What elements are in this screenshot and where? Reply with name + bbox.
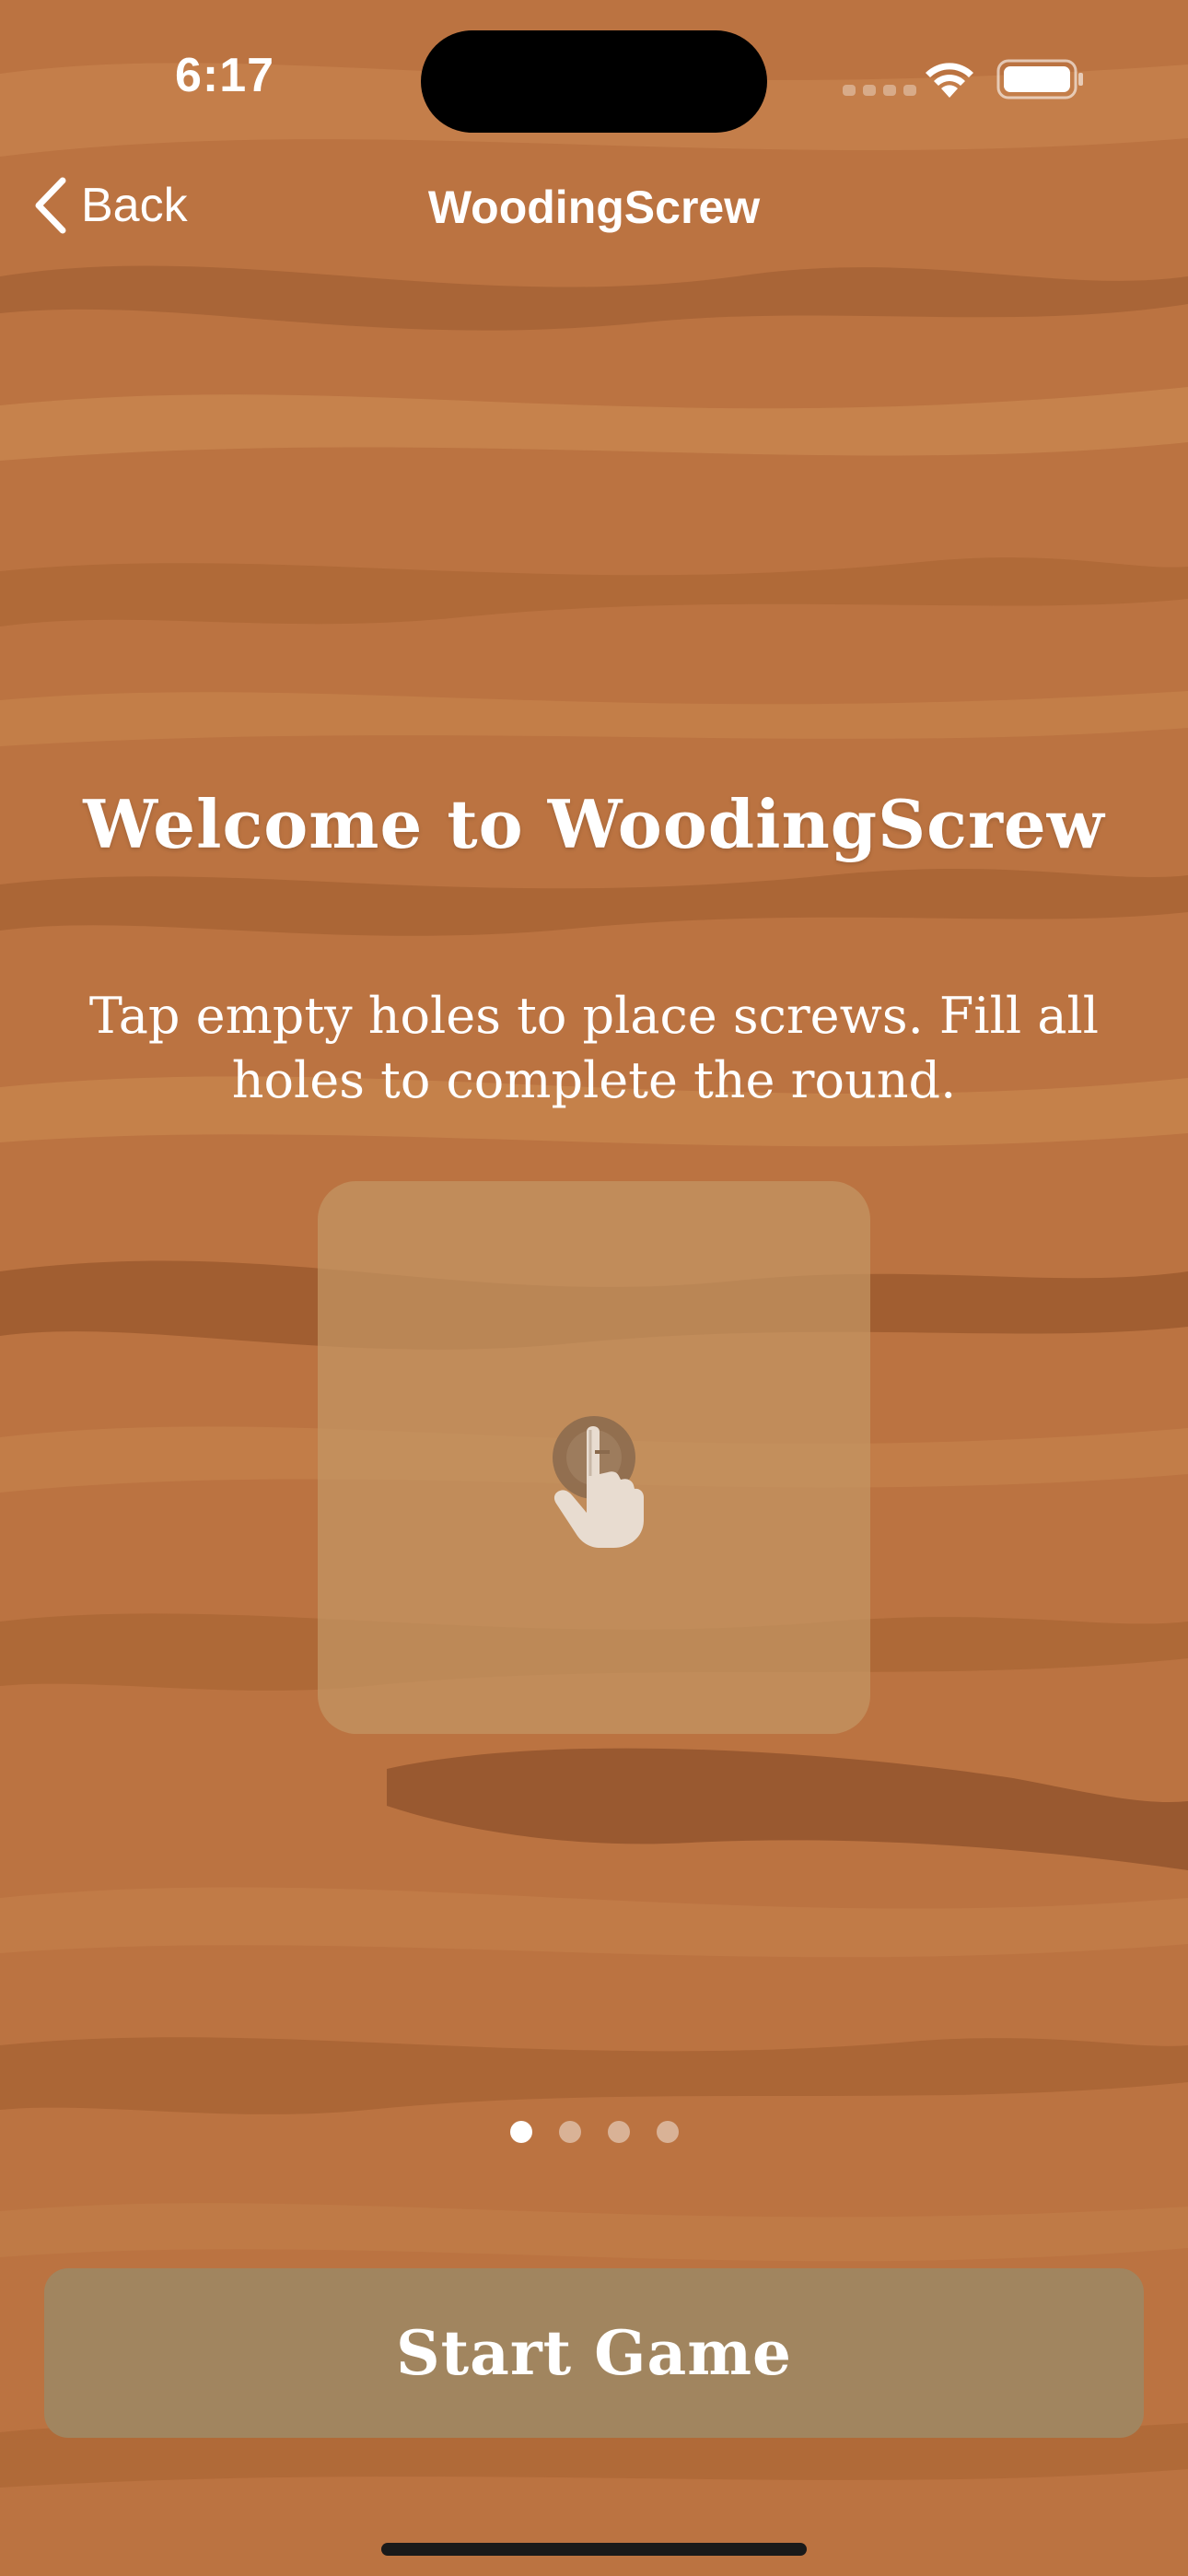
- start-game-button[interactable]: Start Game: [44, 2268, 1144, 2438]
- status-time: 6:17: [175, 49, 275, 102]
- battery-icon: [996, 59, 1083, 100]
- instruction-text: Tap empty holes to place screws. Fill al…: [55, 984, 1133, 1113]
- page-dot-2[interactable]: [558, 2121, 581, 2143]
- start-game-label: Start Game: [395, 2317, 793, 2389]
- page-indicator[interactable]: [0, 2121, 1188, 2143]
- welcome-title: Welcome to WoodingScrew: [83, 785, 1105, 863]
- page-dot-4[interactable]: [656, 2121, 679, 2143]
- page-dot-3[interactable]: [607, 2121, 630, 2143]
- instruction-line-2: holes to complete the round.: [231, 1051, 957, 1109]
- page-dot-1[interactable]: [509, 2121, 532, 2143]
- nav-title: WoodingScrew: [427, 181, 761, 233]
- dynamic-island: [421, 30, 767, 133]
- instruction-line-1: Tap empty holes to place screws. Fill al…: [88, 987, 1100, 1045]
- home-indicator[interactable]: [381, 2543, 807, 2556]
- wifi-icon: [926, 63, 973, 98]
- hand-tap-icon: [553, 1416, 644, 1548]
- cellular-signal-icon: [843, 85, 916, 96]
